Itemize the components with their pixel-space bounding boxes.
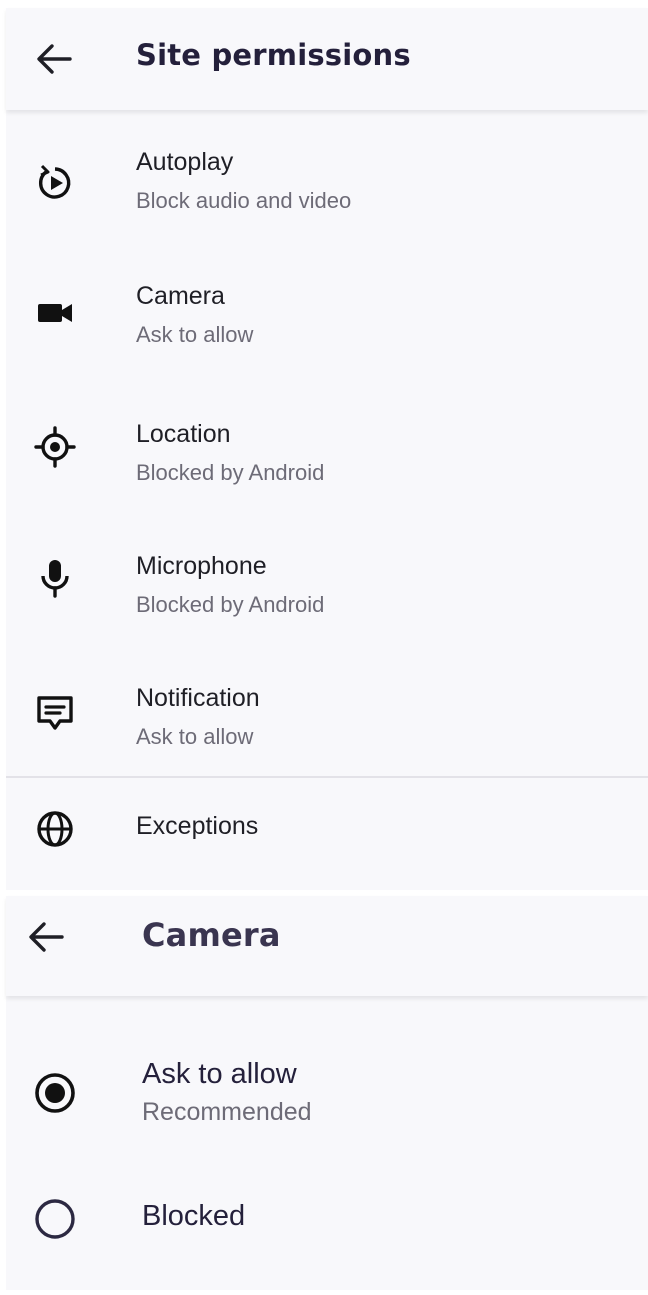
option-label: Ask to allow — [142, 1058, 297, 1090]
exceptions-item[interactable]: Exceptions — [6, 780, 648, 880]
permission-subtitle: Ask to allow — [136, 724, 254, 749]
camera-app-bar: Camera — [6, 896, 648, 996]
back-arrow-icon[interactable] — [26, 920, 66, 954]
permission-item-location[interactable]: Location Blocked by Android — [6, 402, 648, 522]
option-blocked[interactable]: Blocked — [6, 1172, 648, 1282]
site-permissions-app-bar: Site permissions — [6, 8, 648, 110]
permission-subtitle: Block audio and video — [136, 188, 352, 213]
exceptions-label: Exceptions — [136, 812, 259, 840]
permission-item-notification[interactable]: Notification Ask to allow — [6, 668, 648, 788]
option-subtitle: Recommended — [142, 1098, 312, 1126]
notification-icon — [32, 690, 78, 736]
microphone-icon — [32, 556, 78, 602]
page-title: Camera — [142, 916, 281, 954]
permission-subtitle: Ask to allow — [136, 322, 254, 347]
permission-title: Location — [136, 420, 231, 448]
permission-subtitle: Blocked by Android — [136, 460, 325, 485]
radio-unselected-icon[interactable] — [32, 1196, 78, 1242]
autoplay-icon — [32, 160, 78, 206]
permission-subtitle: Blocked by Android — [136, 592, 325, 617]
camera-icon — [32, 290, 78, 336]
option-label: Blocked — [142, 1200, 246, 1232]
permission-title: Microphone — [136, 552, 267, 580]
back-arrow-icon[interactable] — [34, 42, 74, 76]
permission-title: Autoplay — [136, 148, 234, 176]
permission-item-autoplay[interactable]: Autoplay Block audio and video — [6, 134, 648, 254]
permission-title: Camera — [136, 282, 225, 310]
radio-selected-icon[interactable] — [32, 1070, 78, 1116]
camera-settings-screen: Camera Ask to allow Recommended Blocked — [6, 896, 648, 1290]
option-ask-to-allow[interactable]: Ask to allow Recommended — [6, 1046, 648, 1156]
permission-title: Notification — [136, 684, 260, 712]
permission-item-microphone[interactable]: Microphone Blocked by Android — [6, 536, 648, 656]
site-permissions-screen: Site permissions Autoplay Block audio an… — [6, 8, 648, 890]
permission-item-camera[interactable]: Camera Ask to allow — [6, 268, 648, 388]
location-icon — [32, 424, 78, 470]
globe-icon — [32, 806, 78, 852]
page-title: Site permissions — [136, 38, 411, 72]
